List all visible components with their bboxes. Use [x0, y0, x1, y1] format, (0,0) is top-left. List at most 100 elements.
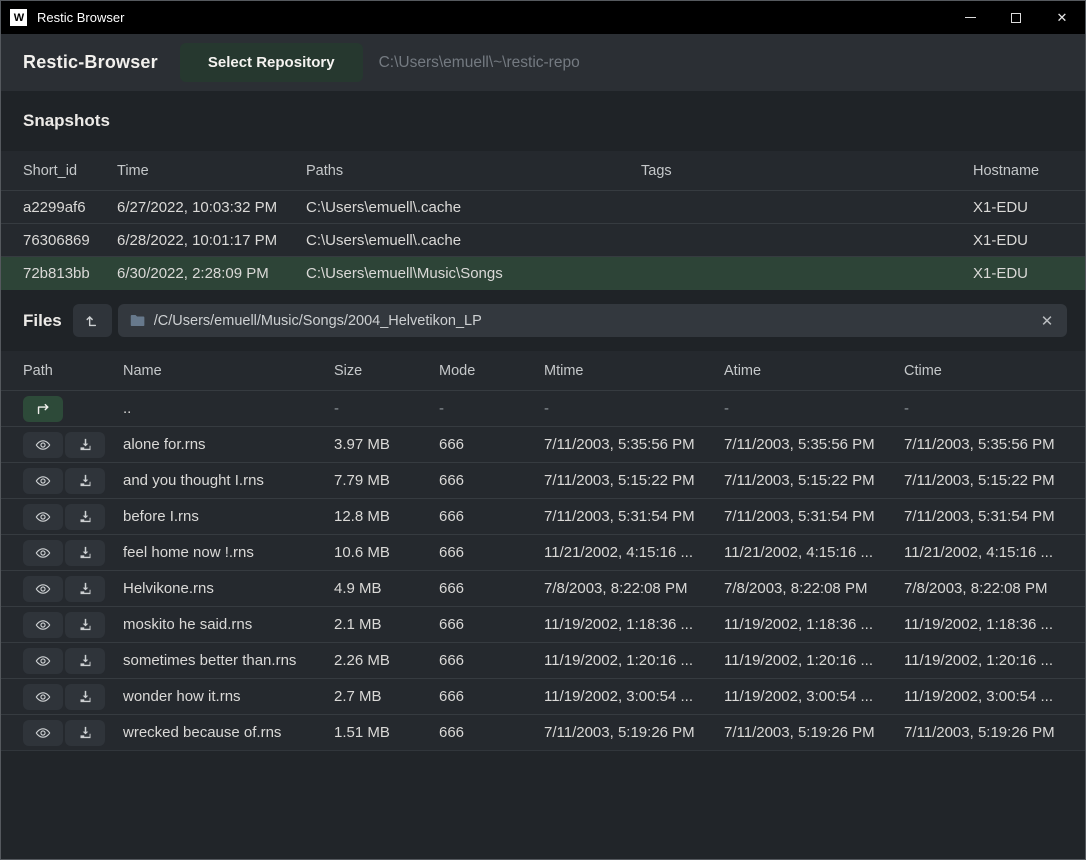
current-path-input[interactable] — [118, 304, 1067, 337]
snapshot-short-id: 76306869 — [23, 232, 117, 249]
file-name: sometimes better than.rns — [123, 652, 334, 669]
file-mode: 666 — [439, 688, 544, 705]
parent-name: .. — [123, 400, 334, 417]
snapshot-row[interactable]: a2299af66/27/2022, 10:03:32 PMC:\Users\e… — [1, 191, 1085, 224]
snapshot-time: 6/28/2022, 10:01:17 PM — [117, 232, 306, 249]
eye-icon — [34, 545, 52, 561]
file-row: sometimes better than.rns2.26 MB66611/19… — [1, 643, 1085, 679]
file-mtime: 7/11/2003, 5:15:22 PM — [544, 472, 724, 489]
file-mtime: 11/19/2002, 1:18:36 ... — [544, 616, 724, 633]
snapshot-short-id: a2299af6 — [23, 199, 117, 216]
file-ctime: 7/11/2003, 5:31:54 PM — [904, 508, 1067, 525]
file-mode: 666 — [439, 472, 544, 489]
file-name: wrecked because of.rns — [123, 724, 334, 741]
file-size: 7.79 MB — [334, 472, 439, 489]
snapshot-row[interactable]: 763068696/28/2022, 10:01:17 PMC:\Users\e… — [1, 224, 1085, 257]
file-atime: 7/11/2003, 5:35:56 PM — [724, 436, 904, 453]
file-row: wonder how it.rns2.7 MB66611/19/2002, 3:… — [1, 679, 1085, 715]
snapshot-paths: C:\Users\emuell\.cache — [306, 199, 641, 216]
file-ctime: 7/11/2003, 5:35:56 PM — [904, 436, 1067, 453]
snapshot-time: 6/27/2022, 10:03:32 PM — [117, 199, 306, 216]
file-name: before I.rns — [123, 508, 334, 525]
download-file-button[interactable] — [65, 468, 105, 494]
snapshot-row[interactable]: 72b813bb6/30/2022, 2:28:09 PMC:\Users\em… — [1, 257, 1085, 290]
maximize-button[interactable] — [993, 1, 1039, 34]
preview-file-button[interactable] — [23, 468, 63, 494]
file-row: moskito he said.rns2.1 MB66611/19/2002, … — [1, 607, 1085, 643]
snapshots-col-header: Hostname — [973, 163, 1067, 179]
go-to-parent-button[interactable] — [23, 396, 63, 422]
file-size: 12.8 MB — [334, 508, 439, 525]
download-file-button[interactable] — [65, 648, 105, 674]
file-mode: 666 — [439, 508, 544, 525]
file-atime: 11/19/2002, 1:18:36 ... — [724, 616, 904, 633]
wails-logo-icon: W — [10, 9, 27, 26]
file-name: and you thought I.rns — [123, 472, 334, 489]
snapshots-col-header: Short_id — [23, 163, 117, 179]
files-section-band: Files ✕ — [1, 290, 1085, 351]
parent-size: - — [334, 400, 439, 417]
preview-file-button[interactable] — [23, 612, 63, 638]
download-file-button[interactable] — [65, 504, 105, 530]
snapshot-time: 6/30/2022, 2:28:09 PM — [117, 265, 306, 282]
file-mode: 666 — [439, 436, 544, 453]
file-size: 10.6 MB — [334, 544, 439, 561]
preview-file-button[interactable] — [23, 648, 63, 674]
snapshot-short-id: 72b813bb — [23, 265, 117, 282]
file-atime: 7/8/2003, 8:22:08 PM — [724, 580, 904, 597]
file-size: 3.97 MB — [334, 436, 439, 453]
file-row: alone for.rns3.97 MB666 7/11/2003, 5:35:5… — [1, 427, 1085, 463]
file-name: feel home now !.rns — [123, 544, 334, 561]
eye-icon — [34, 653, 52, 669]
snapshot-hostname: X1-EDU — [973, 199, 1067, 216]
download-file-button[interactable] — [65, 720, 105, 746]
preview-file-button[interactable] — [23, 576, 63, 602]
parent-directory-row: .. - - - - - — [1, 391, 1085, 427]
preview-file-button[interactable] — [23, 504, 63, 530]
download-file-button[interactable] — [65, 432, 105, 458]
folder-icon — [129, 312, 146, 329]
download-icon — [78, 437, 93, 452]
download-file-button[interactable] — [65, 612, 105, 638]
download-file-button[interactable] — [65, 576, 105, 602]
file-ctime: 7/8/2003, 8:22:08 PM — [904, 580, 1067, 597]
parent-atime: - — [724, 400, 904, 417]
file-mtime: 11/21/2002, 4:15:16 ... — [544, 544, 724, 561]
goto-root-button[interactable] — [73, 304, 112, 337]
parent-ctime: - — [904, 400, 1067, 417]
app-title: Restic-Browser — [23, 52, 158, 73]
snapshot-paths: C:\Users\emuell\Music\Songs — [306, 265, 641, 282]
file-size: 1.51 MB — [334, 724, 439, 741]
file-actions — [23, 576, 123, 602]
file-atime: 11/21/2002, 4:15:16 ... — [724, 544, 904, 561]
file-name: wonder how it.rns — [123, 688, 334, 705]
file-name: alone for.rns — [123, 436, 334, 453]
files-table: PathNameSizeModeMtimeAtimeCtime .. - - -… — [1, 351, 1085, 751]
preview-file-button[interactable] — [23, 720, 63, 746]
file-atime: 11/19/2002, 1:20:16 ... — [724, 652, 904, 669]
file-ctime: 11/19/2002, 1:18:36 ... — [904, 616, 1067, 633]
eye-icon — [34, 617, 52, 633]
file-atime: 7/11/2003, 5:31:54 PM — [724, 508, 904, 525]
minimize-button[interactable] — [947, 1, 993, 34]
maximize-icon — [1011, 13, 1021, 23]
download-file-button[interactable] — [65, 684, 105, 710]
files-section-title: Files — [23, 311, 62, 331]
preview-file-button[interactable] — [23, 684, 63, 710]
clear-path-button[interactable]: ✕ — [1033, 307, 1061, 334]
up-arrow-from-corner-icon — [84, 312, 101, 329]
snapshots-col-header: Tags — [641, 163, 973, 179]
file-atime: 7/11/2003, 5:19:26 PM — [724, 724, 904, 741]
file-ctime: 7/11/2003, 5:15:22 PM — [904, 472, 1067, 489]
parent-mode: - — [439, 400, 544, 417]
preview-file-button[interactable] — [23, 540, 63, 566]
preview-file-button[interactable] — [23, 432, 63, 458]
file-actions — [23, 540, 123, 566]
close-button[interactable]: ✕ — [1039, 1, 1085, 34]
files-table-body: alone for.rns3.97 MB6667/11/2003, 5:35:5… — [1, 427, 1085, 751]
snapshot-hostname: X1-EDU — [973, 265, 1067, 282]
snapshots-table-body: a2299af66/27/2022, 10:03:32 PMC:\Users\e… — [1, 191, 1085, 290]
repository-path-text: C:\Users\emuell\~\restic-repo — [379, 54, 580, 72]
download-file-button[interactable] — [65, 540, 105, 566]
select-repository-button[interactable]: Select Repository — [180, 43, 363, 82]
